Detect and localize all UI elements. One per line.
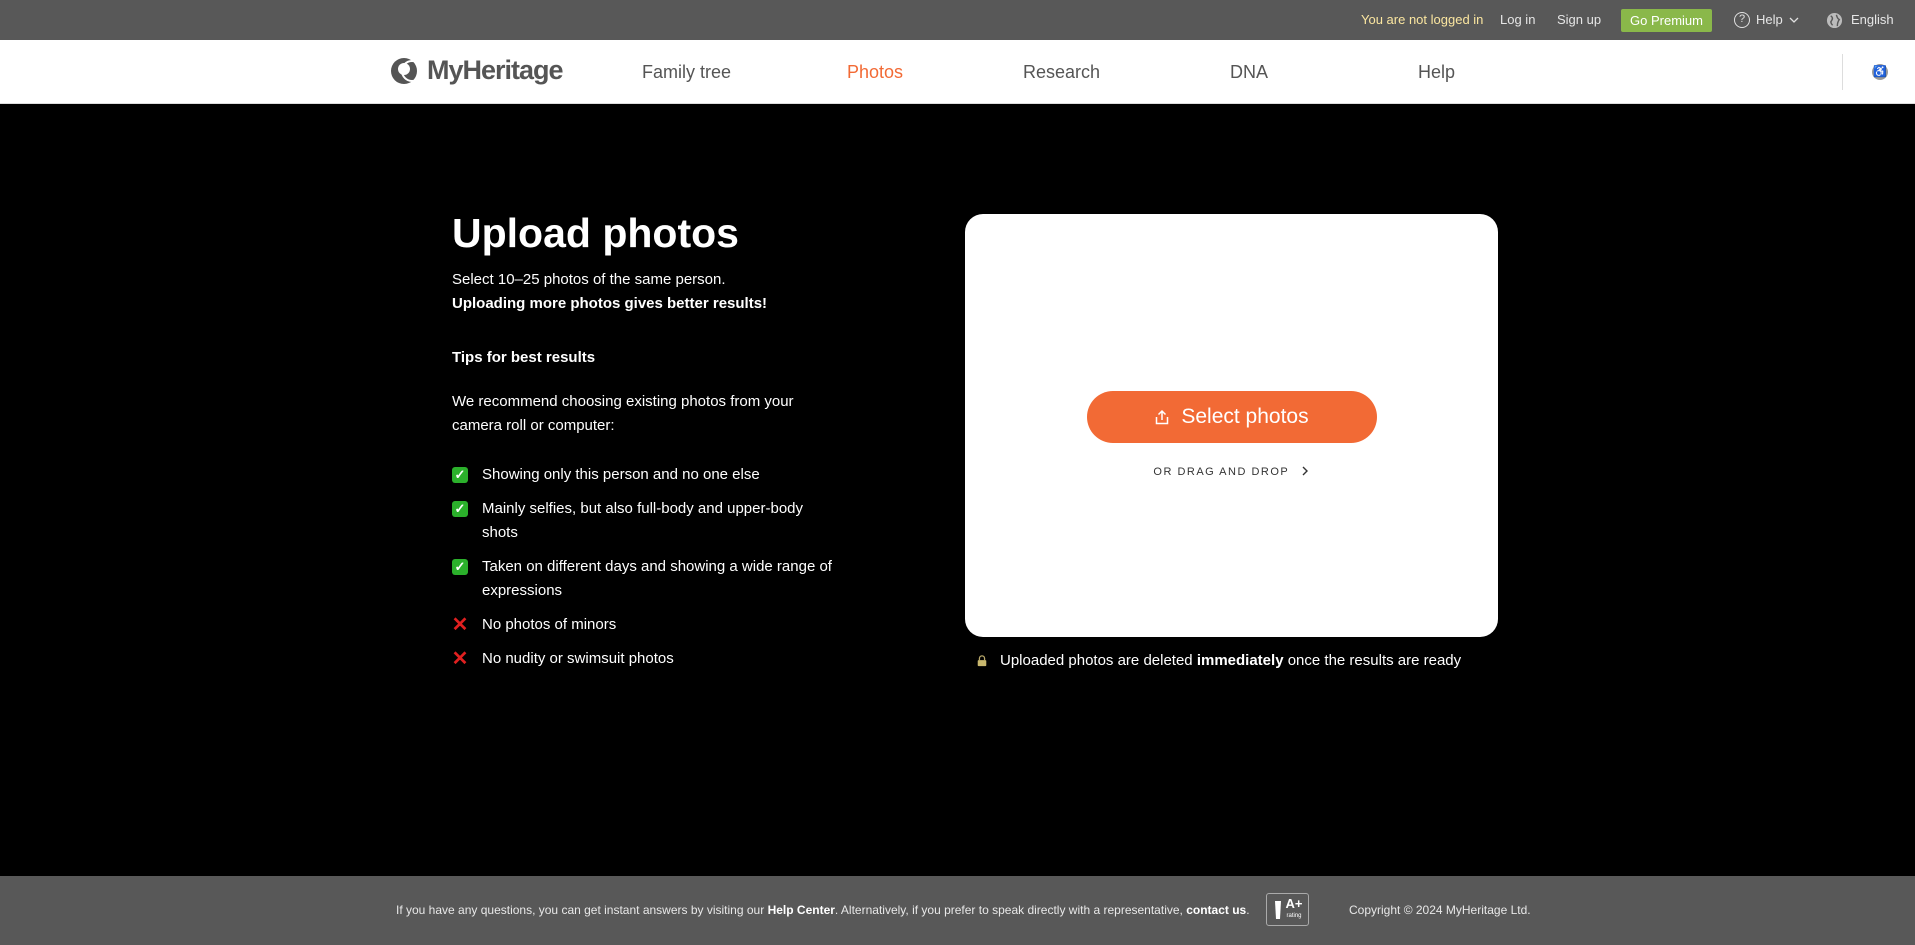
drag-drop-label: OR DRAG AND DROP [1153,466,1290,478]
logo-wordmark: MyHeritage [427,55,564,85]
main-navigation: MyHeritage Family tree Photos Research D… [0,40,1915,104]
chevron-right-icon [1302,466,1308,476]
bbb-grade: A+ rating [1285,895,1303,922]
page-title: Upload photos [452,210,739,256]
language-label: English [1851,12,1894,27]
drag-and-drop-hint[interactable]: OR DRAG AND DROP [965,466,1498,478]
bbb-torch-icon [1274,900,1281,919]
nav-item-family-tree[interactable]: Family tree [642,40,731,104]
nav-item-research[interactable]: Research [1023,40,1100,104]
tips-heading: Tips for best results [452,349,596,366]
nav-item-photos[interactable]: Photos [847,40,903,104]
signup-link[interactable]: Sign up [1557,0,1601,40]
tip-item: ✓ Showing only this person and no one el… [452,463,842,487]
tip-item: ✓ Mainly selfies, but also full-body and… [452,497,842,545]
login-status-text: You are not logged in [1361,12,1484,27]
contact-us-link[interactable]: contact us [1186,903,1246,917]
footer-text-3: . [1246,903,1250,917]
bbb-grade-text: A+ [1285,895,1303,911]
tip-item: ✕ No nudity or swimsuit photos [452,647,842,671]
tip-text: No nudity or swimsuit photos [482,650,674,667]
accessibility-icon[interactable]: ♿ [1872,64,1888,80]
login-link[interactable]: Log in [1500,0,1535,40]
upload-icon [1156,409,1169,425]
myheritage-logo-icon [391,57,423,84]
chevron-down-icon [1789,17,1799,23]
nav-item-help[interactable]: Help [1418,40,1455,104]
cross-icon: ✕ [451,648,469,670]
nav-item-dna[interactable]: DNA [1230,40,1268,104]
tip-text: Showing only this person and no one else [482,466,760,483]
tip-text: Mainly selfies, but also full-body and u… [482,500,804,541]
footer-text-2: . Alternatively, if you prefer to speak … [834,903,1183,917]
select-photos-button[interactable]: Select photos [1087,391,1377,443]
footer-text-1: If you have any questions, you can get i… [396,903,765,917]
subtitle: Select 10–25 photos of the same person. [452,271,726,288]
copyright-text: Copyright © 2024 MyHeritage Ltd. [1349,903,1531,917]
nav-divider [1842,54,1843,90]
help-icon: ? [1734,12,1750,28]
footer-help-text: If you have any questions, you can get i… [396,903,1250,917]
bbb-rating-badge[interactable]: A+ rating [1266,893,1309,926]
top-utility-bar: You are not logged in Log in Sign up Go … [0,0,1915,40]
help-menu[interactable]: ? Help [1734,0,1799,40]
lock-icon [977,654,987,666]
bbb-rating-text: rating [1286,912,1302,919]
select-photos-label: Select photos [1181,405,1309,428]
tip-item: ✓ Taken on different days and showing a … [452,555,842,603]
go-premium-button[interactable]: Go Premium [1621,9,1712,32]
check-icon: ✓ [452,559,468,575]
help-menu-label: Help [1756,12,1783,27]
privacy-text: Uploaded photos are deleted immediately … [1000,652,1461,669]
subtitle-bold: Uploading more photos gives better resul… [452,295,768,312]
check-icon: ✓ [452,467,468,483]
check-icon: ✓ [452,501,468,517]
footer: If you have any questions, you can get i… [0,876,1915,945]
privacy-text-bold: immediately [1196,652,1284,669]
privacy-text-start: Uploaded photos are deleted [1000,652,1193,669]
cross-icon: ✕ [451,614,469,636]
tip-item: ✕ No photos of minors [452,613,842,637]
globe-icon [1826,12,1843,28]
privacy-note: Uploaded photos are deleted immediately … [976,652,1461,669]
tip-text: Taken on different days and showing a wi… [482,558,832,599]
myheritage-logo[interactable]: MyHeritage [389,55,564,86]
privacy-text-end: once the results are ready [1287,652,1462,669]
upload-dropzone[interactable]: Select photos OR DRAG AND DROP [965,214,1498,637]
help-center-link[interactable]: Help Center [768,903,835,917]
language-selector[interactable]: English [1826,0,1894,40]
tip-text: No photos of minors [482,616,617,633]
recommend-text: We recommend choosing existing photos fr… [452,393,794,434]
